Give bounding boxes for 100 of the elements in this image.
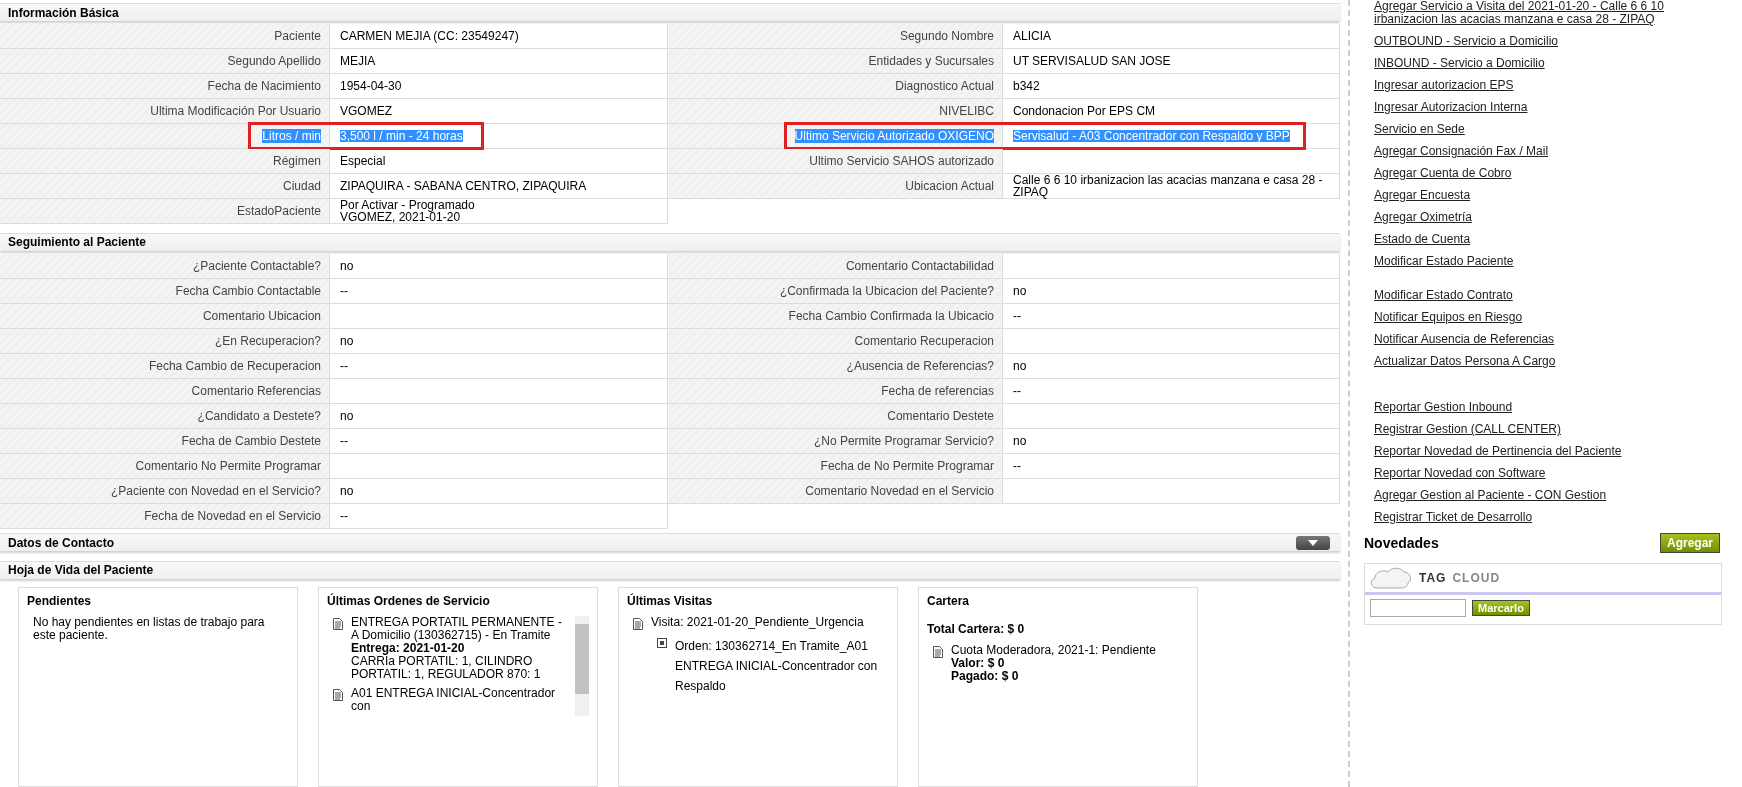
field-label: Fecha Cambio Confirmada la Ubicacio xyxy=(788,308,994,323)
field-label: ¿Paciente Contactable? xyxy=(192,258,321,273)
action-link[interactable]: Notificar Ausencia de Referencias xyxy=(1374,329,1555,351)
document-icon xyxy=(933,646,943,658)
order-text: ENTREGA PORTATIL PERMANENTE - A Domicilio (130362715) - En Tramite xyxy=(351,616,563,642)
field-label: ¿Confirmada la Ubicacion del Paciente? xyxy=(779,283,994,298)
field-label: NIVELIBC xyxy=(939,104,994,119)
action-link[interactable]: Reportar Gestion Inbound xyxy=(1374,397,1513,419)
field-label: Entidades y Sucursales xyxy=(868,54,994,69)
action-link[interactable]: Ingresar autorizacion EPS xyxy=(1374,75,1514,97)
action-link[interactable]: Agregar Gestion al Paciente - CON Gestion xyxy=(1374,485,1607,507)
action-link[interactable]: Agregar Cuenta de Cobro xyxy=(1374,163,1512,185)
field-value: no xyxy=(1013,284,1027,297)
field-label: Ultimo Servicio Autorizado OXIGENO xyxy=(794,129,994,144)
field-value: VGOMEZ xyxy=(340,105,392,118)
field-value: no xyxy=(340,259,354,272)
caret-icon xyxy=(1308,539,1318,546)
total-text: Total Cartera: $ 0 xyxy=(927,622,1026,636)
action-link[interactable]: Reportar Novedad con Software xyxy=(1374,463,1546,485)
action-link[interactable]: Registrar Gestion (CALL CENTER) xyxy=(1374,419,1561,441)
field-value: no xyxy=(1013,359,1027,372)
action-link[interactable]: Agregar Servicio a Visita del 2021-01-20 - Calle 6 6 10 irbanizacion las acacias manzana e casa 28 - ZIPAQ xyxy=(1374,0,1704,31)
field-label: Fecha Cambio Contactable xyxy=(175,283,321,298)
field-label: Comentario Contactabilidad xyxy=(845,258,994,273)
field-label: EstadoPaciente xyxy=(236,204,321,219)
field-value: CARMEN MEJIA (CC: 23549247) xyxy=(340,30,519,43)
action-link[interactable]: OUTBOUND - Servicio a Domicilio xyxy=(1374,31,1559,53)
field-label: Comentario Ubicacion xyxy=(202,308,321,323)
field-label: Régimen xyxy=(272,154,321,169)
field-label: Fecha de referencias xyxy=(881,383,994,398)
action-link[interactable]: Agregar Oximetría xyxy=(1374,207,1473,229)
field-label: Segundo Nombre xyxy=(899,29,994,44)
tag-cloud-word: TAG xyxy=(1419,571,1447,585)
field-label: ¿No Permite Programar Servicio? xyxy=(813,433,994,448)
scrollbar[interactable] xyxy=(575,616,589,716)
field-value: ALICIA xyxy=(1013,30,1051,43)
action-link[interactable]: Reportar Novedad de Pertinencia del Paciente xyxy=(1374,441,1622,463)
field-value: -- xyxy=(340,509,348,522)
field-label: Comentario Referencias xyxy=(191,383,321,398)
novedades-title: Novedades xyxy=(1364,535,1439,551)
field-value: Condonacion Por EPS CM xyxy=(1013,105,1156,118)
field-label: ¿Paciente con Novedad en el Servicio? xyxy=(110,483,321,498)
field-value: Especial xyxy=(340,155,386,168)
action-link[interactable]: Estado de Cuenta xyxy=(1374,229,1471,251)
square-dot-icon xyxy=(657,638,667,648)
action-link[interactable]: Modificar Estado Contrato xyxy=(1374,285,1513,307)
field-label: ¿En Recuperacion? xyxy=(214,333,321,348)
cartera-text: Pagado: $ 0 xyxy=(951,670,1020,683)
card-title: Últimas Visitas xyxy=(627,594,714,608)
field-value: b342 xyxy=(1013,80,1040,93)
visit-text: Visita: 2021-01-20_Pendiente_Urgencia xyxy=(651,616,864,630)
field-label: Litros / min xyxy=(262,129,321,144)
field-value: 1954-04-30 xyxy=(340,80,402,93)
action-link[interactable]: Notificar Equipos en Riesgo xyxy=(1374,307,1523,329)
action-link[interactable]: Modificar Estado Paciente xyxy=(1374,251,1514,273)
field-label: ¿Candidato a Destete? xyxy=(197,408,321,423)
empty-message: No hay pendientes en listas de trabajo para este paciente. xyxy=(32,616,266,642)
action-link[interactable]: INBOUND - Servicio a Domicilio xyxy=(1374,53,1545,75)
order-text: Entrega: 2021-01-20 xyxy=(351,642,465,655)
cloud-icon xyxy=(1369,566,1413,590)
section-title: Datos de Contacto xyxy=(8,535,114,550)
action-link[interactable]: Agregar Encuesta xyxy=(1374,185,1471,207)
field-value: ZIPAQUIRA - SABANA CENTRO, ZIPAQUIRA xyxy=(340,180,587,193)
field-label: Fecha de Cambio Destete xyxy=(181,433,321,448)
field-value: no xyxy=(1013,434,1027,447)
action-link[interactable]: Registrar Ticket de Desarrollo xyxy=(1374,507,1533,529)
field-label: Fecha de Nacimiento xyxy=(207,79,321,94)
section-title: Seguimiento al Paciente xyxy=(8,235,147,250)
field-value: no xyxy=(340,484,354,497)
field-label: Fecha de Novedad en el Servicio xyxy=(144,508,321,523)
order-text: CARRIa PORTATIL: 1, CILINDRO PORTATIL: 1, REGULADOR 870: 1 xyxy=(351,655,542,681)
action-link[interactable]: Agregar Consignación Fax / Mail xyxy=(1374,141,1549,163)
field-label: Comentario Recuperacion xyxy=(854,333,994,348)
section-title: Información Básica xyxy=(8,5,119,20)
field-value: Calle 6 6 10 irbanizacion las acacias manzana e casa 28 - ZIPAQ xyxy=(1013,174,1324,199)
document-icon xyxy=(333,618,343,630)
card-title: Cartera xyxy=(927,594,971,608)
field-label: Diagnostico Actual xyxy=(895,79,994,94)
section-title: Hoja de Vida del Paciente xyxy=(8,563,154,578)
field-value: -- xyxy=(340,434,348,447)
tag-cloud-word: CLOUD xyxy=(1452,571,1501,585)
field-label: Segundo Apellido xyxy=(227,54,321,69)
action-link[interactable]: Actualizar Datos Persona A Cargo xyxy=(1374,351,1556,373)
field-value: UT SERVISALUD SAN JOSE xyxy=(1013,55,1171,68)
field-value: -- xyxy=(340,359,348,372)
card-title: Pendientes xyxy=(27,594,93,608)
field-value: MEJIA xyxy=(340,55,376,68)
field-label: Comentario Destete xyxy=(887,408,994,423)
expand-toggle-button[interactable] xyxy=(1296,535,1330,550)
field-value: -- xyxy=(1013,309,1021,322)
field-label: Ubicacion Actual xyxy=(905,179,994,194)
tag-input-field[interactable] xyxy=(1370,599,1466,617)
field-value: -- xyxy=(340,284,348,297)
action-link[interactable]: Ingresar Autorizacion Interna xyxy=(1374,97,1528,119)
field-value: -- xyxy=(1013,459,1021,472)
field-label: Fecha Cambio de Recuperacion xyxy=(148,358,321,373)
action-link[interactable]: Servicio en Sede xyxy=(1374,119,1465,141)
order-text: A01 ENTREGA INICIAL-Concentrador con xyxy=(351,687,557,713)
document-icon xyxy=(633,618,643,630)
cartera-text: Valor: $ 0 xyxy=(951,657,1006,670)
